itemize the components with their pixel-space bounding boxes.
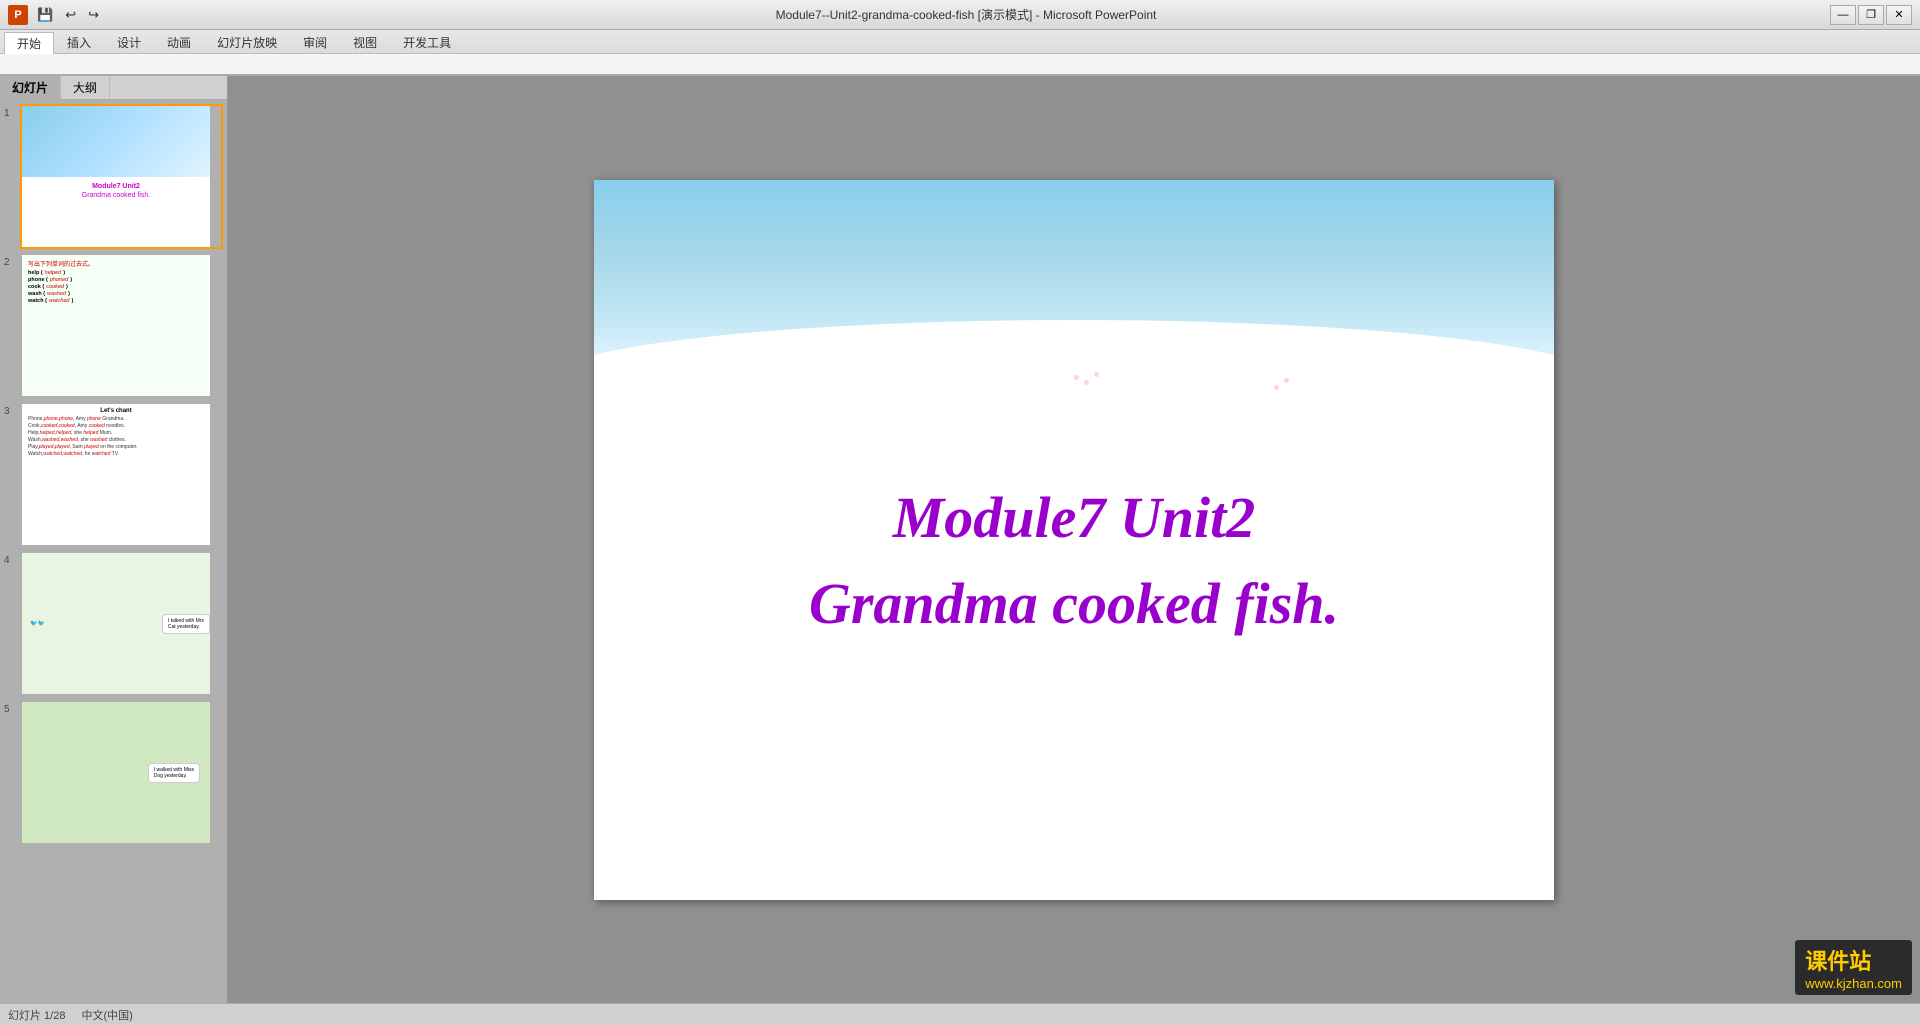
watermark-main: 课件站 <box>1805 944 1902 976</box>
main-area: 幻灯片 大纲 1 Module7 Unit2 Grandma cooked fi… <box>0 76 1920 1003</box>
thumb-img-3: Let's chant Phone,phone,phone, Amy phone… <box>22 404 210 545</box>
slide-bg-top <box>594 180 1554 440</box>
panel-tabs: 幻灯片 大纲 <box>0 76 227 100</box>
slide-num-2: 2 <box>4 257 16 268</box>
thumb2-row-2: phone ( phoned ) <box>28 277 204 283</box>
speech-bubble-4: I talked with MrsCat yesterday. <box>162 614 210 634</box>
tab-view[interactable]: 视图 <box>340 31 390 53</box>
thumb3-line-1: Phone,phone,phone, Amy phone Grandma. <box>28 416 204 422</box>
slide-thumb-2[interactable]: 2 写出下列单词的过去式。 help ( helped ) phone ( ph… <box>4 253 223 398</box>
thumb-wrapper-5: I walked with MissDog yesterday. <box>20 700 223 845</box>
blossom-5 <box>1284 378 1289 383</box>
thumb-img-1: Module7 Unit2 Grandma cooked fish. <box>22 106 210 247</box>
thumb3-line-2: Cook,cooked,cooked, Amy cooked noodles. <box>28 423 204 429</box>
thumb2-row-3: cook ( cooked ) <box>28 284 204 290</box>
blossom-3 <box>1094 372 1099 377</box>
blossom-4 <box>1274 385 1279 390</box>
thumb3-line-6: Watch,watched,watched, he watched TV. <box>28 451 204 457</box>
tab-animation[interactable]: 动画 <box>154 31 204 53</box>
thumb-wrapper-2: 写出下列单词的过去式。 help ( helped ) phone ( phon… <box>20 253 223 398</box>
panel-tab-slides[interactable]: 幻灯片 <box>0 76 61 99</box>
slide-num-3: 3 <box>4 406 16 417</box>
thumb-img-2: 写出下列单词的过去式。 help ( helped ) phone ( phon… <box>22 255 210 396</box>
thumb2-title: 写出下列单词的过去式。 <box>28 259 204 268</box>
thumb3-line-5: Play,played,played, Sam played on the co… <box>28 444 204 450</box>
tab-design[interactable]: 设计 <box>104 31 154 53</box>
slide-thumb-3[interactable]: 3 Let's chant Phone,phone,phone, Amy pho… <box>4 402 223 547</box>
title-bar: P 💾 ↩ ↪ Module7--Unit2-grandma-cooked-fi… <box>0 0 1920 30</box>
title-bar-left: P 💾 ↩ ↪ <box>8 5 102 25</box>
thumb3-title: Let's chant <box>28 408 204 414</box>
ribbon-tabs: 开始 插入 设计 动画 幻灯片放映 审阅 视图 开发工具 <box>0 30 1920 54</box>
tab-review[interactable]: 审阅 <box>290 31 340 53</box>
thumb-wrapper-1: Module7 Unit2 Grandma cooked fish. <box>20 104 223 249</box>
ribbon-content <box>0 54 1920 74</box>
undo-button[interactable]: ↩ <box>62 6 79 24</box>
blossom-2 <box>1084 380 1089 385</box>
restore-button[interactable]: ❐ <box>1858 5 1884 25</box>
tab-developer[interactable]: 开发工具 <box>390 31 464 53</box>
status-bar: 幻灯片 1/28 中文(中国) <box>0 1003 1920 1025</box>
slide-num-1: 1 <box>4 108 16 119</box>
watermark-sub: www.kjzhan.com <box>1805 976 1902 991</box>
thumb2-row-4: wash ( washed ) <box>28 291 204 297</box>
watermark: 课件站 www.kjzhan.com <box>1795 940 1912 995</box>
slides-list[interactable]: 1 Module7 Unit2 Grandma cooked fish. 2 写… <box>0 100 227 1003</box>
thumb-img-4: 🐦🐦 I talked with MrsCat yesterday. <box>22 553 210 694</box>
slide-count: 幻灯片 1/28 <box>8 1007 65 1023</box>
blossom-1 <box>1074 375 1079 380</box>
panel-tab-outline[interactable]: 大纲 <box>61 76 110 99</box>
slide-panel: 幻灯片 大纲 1 Module7 Unit2 Grandma cooked fi… <box>0 76 228 1003</box>
slide-num-5: 5 <box>4 704 16 715</box>
tab-home[interactable]: 开始 <box>4 32 54 54</box>
window-title: Module7--Unit2-grandma-cooked-fish [演示模式… <box>102 6 1830 23</box>
slide-main-title: Module7 Unit2 <box>594 480 1554 555</box>
app-icon: P <box>8 5 28 25</box>
minimize-button[interactable]: — <box>1830 5 1856 25</box>
thumb-wrapper-3: Let's chant Phone,phone,phone, Amy phone… <box>20 402 223 547</box>
language-status: 中文(中国) <box>81 1007 132 1023</box>
thumb-img-5: I walked with MissDog yesterday. <box>22 702 210 843</box>
slide-thumb-4[interactable]: 4 🐦🐦 I talked with MrsCat yesterday. <box>4 551 223 696</box>
window-controls: — ❐ ✕ <box>1830 5 1912 25</box>
main-slide: Module7 Unit2 Grandma cooked fish. <box>594 180 1554 900</box>
thumb3-line-4: Wash,washed,washed, she washed clothes. <box>28 437 204 443</box>
redo-button[interactable]: ↪ <box>85 6 102 24</box>
speech-bubble-5: I walked with MissDog yesterday. <box>148 763 200 783</box>
slide-main-subtitle: Grandma cooked fish. <box>594 570 1554 637</box>
tab-slideshow[interactable]: 幻灯片放映 <box>204 31 290 53</box>
ribbon: 开始 插入 设计 动画 幻灯片放映 审阅 视图 开发工具 <box>0 30 1920 76</box>
slide-thumb-1[interactable]: 1 Module7 Unit2 Grandma cooked fish. <box>4 104 223 249</box>
language-label: 中文(中国) <box>81 1007 132 1023</box>
close-button[interactable]: ✕ <box>1886 5 1912 25</box>
tab-insert[interactable]: 插入 <box>54 31 104 53</box>
thumb1-bg <box>22 106 210 177</box>
slide-count-label: 幻灯片 1/28 <box>8 1007 65 1023</box>
save-button[interactable]: 💾 <box>34 6 56 24</box>
slide-num-4: 4 <box>4 555 16 566</box>
editing-area: Module7 Unit2 Grandma cooked fish. 课件站 w… <box>228 76 1920 1003</box>
thumb2-row-5: watch ( watched ) <box>28 298 204 304</box>
slide-bg-wave <box>594 320 1554 440</box>
thumb1-title: Module7 Unit2 <box>22 177 210 192</box>
slide-thumb-5[interactable]: 5 I walked with MissDog yesterday. <box>4 700 223 845</box>
thumb2-row-1: help ( helped ) <box>28 270 204 276</box>
thumb3-line-3: Help,helped,helped, she helped Mum. <box>28 430 204 436</box>
thumb1-subtitle: Grandma cooked fish. <box>22 192 210 199</box>
thumb-wrapper-4: 🐦🐦 I talked with MrsCat yesterday. <box>20 551 223 696</box>
